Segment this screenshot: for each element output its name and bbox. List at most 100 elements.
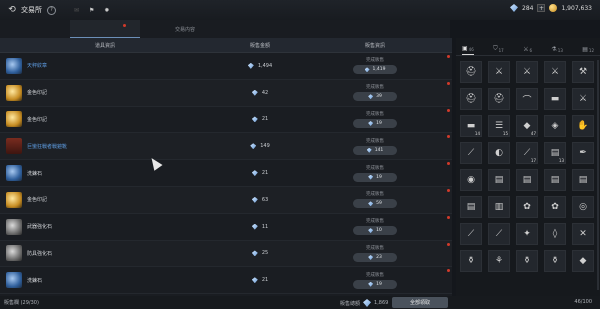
collect-button[interactable]: 59 (353, 199, 397, 209)
inventory-slot[interactable]: ▤ (516, 169, 538, 191)
inventory-tab[interactable]: ⚗ 13 (551, 46, 562, 55)
inventory-slot[interactable]: ✕ (572, 223, 594, 245)
inventory-slot[interactable]: ◆ 47 (516, 115, 538, 137)
inventory-tab[interactable]: ⚔ 6 (523, 46, 532, 55)
add-gem-button[interactable]: + (537, 4, 546, 12)
inventory-slot[interactable]: ✒ (572, 142, 594, 164)
inventory-slot[interactable]: ⛑ (488, 88, 510, 110)
collect-button[interactable]: 39 (353, 92, 397, 102)
inventory-slot[interactable]: ⚔ (516, 61, 538, 83)
inventory-slot[interactable]: ⚱ (544, 250, 566, 272)
inventory-slot[interactable]: ✿ (516, 196, 538, 218)
table-row[interactable]: 武器強化石 11 完成販售 10 (0, 214, 452, 241)
item-icon: ✿ (551, 202, 559, 212)
inventory-slot[interactable]: ◊ (544, 223, 566, 245)
gem-icon (251, 170, 258, 177)
notification-dot (447, 269, 450, 273)
inventory-slot[interactable]: ▬ (544, 88, 566, 110)
collect-button[interactable]: 19 (353, 279, 397, 289)
table-row[interactable]: 金色印記 42 完成販售 39 (0, 79, 452, 107)
sale-status: 完成販售 39 (310, 84, 440, 102)
inventory-slot[interactable]: ◆ (572, 250, 594, 272)
inventory-tab[interactable]: ⛉ 17 (493, 45, 504, 55)
tab-count: 13 (557, 48, 563, 53)
inventory-slot[interactable]: ⚔ (544, 61, 566, 83)
table-row[interactable]: 天秤紋章 1,494 完成販售 1,419 (0, 53, 452, 80)
table-row[interactable]: 金色印記 63 完成販售 59 (0, 186, 452, 214)
item-icon: ✿ (523, 202, 531, 212)
item-price: 21 (210, 116, 310, 123)
inventory-slot[interactable]: ◉ (460, 169, 482, 191)
collect-button[interactable]: 19 (353, 172, 397, 182)
inventory-slot[interactable]: ⚱ (516, 250, 538, 272)
tab-buy[interactable] (0, 20, 70, 38)
item-icon: ◊ (552, 229, 558, 239)
inventory-slot[interactable]: ▤ (572, 169, 594, 191)
gem-icon (251, 223, 258, 230)
item-price: 21 (210, 170, 310, 177)
tab-sell[interactable] (70, 20, 140, 38)
item-price: 25 (210, 250, 310, 257)
item-icon: ✦ (523, 229, 531, 239)
collect-button[interactable]: 23 (353, 252, 397, 262)
collect-button[interactable]: 1,419 (353, 65, 397, 75)
inventory-slot[interactable]: ⟋ 17 (516, 142, 538, 164)
inventory-slot[interactable]: ▤ (544, 169, 566, 191)
item-icon: ◎ (579, 202, 587, 212)
inventory-slot[interactable]: ⌒ (516, 88, 538, 110)
table-row[interactable]: 洗鍊石 21 完成販售 19 (0, 267, 452, 295)
help-icon[interactable]: ? (47, 5, 56, 15)
item-icon: ◆ (523, 121, 531, 131)
inventory-tab[interactable]: ▤ 12 (582, 46, 594, 55)
tab-trade-content[interactable]: 交易内容 (140, 20, 230, 38)
collect-button[interactable]: 141 (353, 145, 397, 155)
inventory-slot[interactable]: ✦ (516, 223, 538, 245)
inventory-slot[interactable]: ⟋ (488, 223, 510, 245)
armor-stone-icon (6, 245, 22, 262)
tab-icon: ⛉ (493, 45, 498, 52)
inventory-slot[interactable]: ▤ (488, 169, 510, 191)
inventory-slot[interactable]: ▥ (488, 196, 510, 218)
inventory-scrollbar[interactable] (597, 60, 599, 290)
inventory-tab[interactable]: ▣ 46 (462, 45, 474, 55)
inventory-slot[interactable]: ◈ (544, 115, 566, 137)
inventory-slot[interactable]: ▤ (460, 196, 482, 218)
item-icon: ⚱ (467, 256, 475, 266)
back-icon[interactable]: ⟲ (6, 4, 18, 16)
inventory-slot[interactable]: ⛑ (460, 61, 482, 83)
gold-seal-icon (6, 191, 22, 208)
table-row[interactable]: 金色印記 21 完成販售 19 (0, 107, 452, 134)
collect-all-button[interactable]: 全部領取 (392, 297, 448, 308)
item-icon: ⛑ (465, 94, 477, 104)
bell-icon[interactable]: ⚑ (89, 7, 94, 14)
gem-icon (364, 67, 370, 73)
table-row[interactable]: 洗鍊石 21 完成販售 19 (0, 160, 452, 187)
gem-icon (251, 196, 258, 203)
inventory-slot[interactable]: ✋ (572, 115, 594, 137)
inventory-slot[interactable]: ◐ (488, 142, 510, 164)
inventory-slot[interactable]: ⟋ (460, 223, 482, 245)
item-quantity: 13 (558, 158, 564, 163)
tab-count: 46 (468, 47, 474, 52)
inventory-slot[interactable]: ⚔ (572, 88, 594, 110)
bottom-bar: 販售欄 (29/30) 販售總額 1,869 全部領取 46/100 (0, 296, 600, 309)
inventory-slot[interactable]: ⟋ (460, 142, 482, 164)
inventory-slot[interactable]: ▤ 13 (544, 142, 566, 164)
mail-icon[interactable]: ✉ (74, 7, 79, 14)
inventory-slot[interactable]: ▬ 14 (460, 115, 482, 137)
coin-icon (549, 4, 558, 12)
inventory-slot[interactable]: ⛑ (460, 88, 482, 110)
gear-icon[interactable]: ✹ (104, 7, 109, 14)
inventory-slot[interactable]: ⚱ (460, 250, 482, 272)
table-row[interactable]: 巨蠻狂戰者戰鎧靴 149 完成販售 141 (0, 133, 452, 161)
collect-button[interactable]: 10 (353, 226, 397, 236)
table-row[interactable]: 防具強化石 25 完成販售 23 (0, 240, 452, 268)
notification-dot (447, 188, 450, 192)
inventory-slot[interactable]: ⚘ (488, 250, 510, 272)
inventory-slot[interactable]: ☰ 15 (488, 115, 510, 137)
inventory-slot[interactable]: ◎ (572, 196, 594, 218)
collect-button[interactable]: 19 (353, 118, 397, 128)
inventory-slot[interactable]: ⚔ (488, 61, 510, 83)
inventory-slot[interactable]: ✿ (544, 196, 566, 218)
inventory-slot[interactable]: ⚒ (572, 61, 594, 83)
